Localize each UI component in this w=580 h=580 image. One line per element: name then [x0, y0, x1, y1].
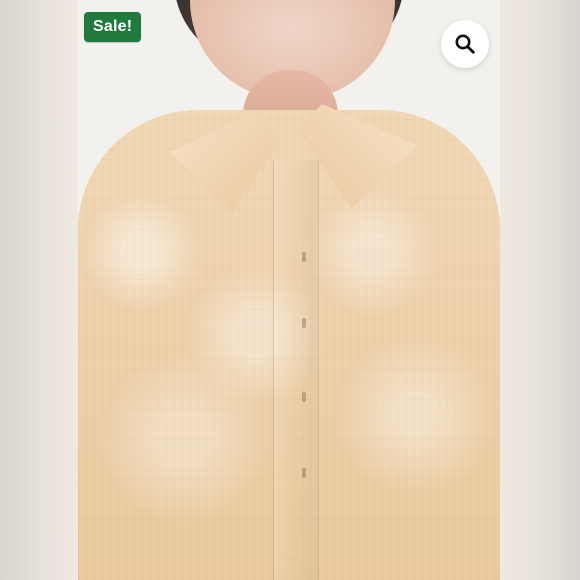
search-icon-svg	[455, 34, 475, 54]
search-icon	[453, 32, 477, 56]
shirt-buttonhole	[302, 318, 306, 328]
shirt-placket	[273, 160, 319, 580]
sale-badge: Sale!	[84, 12, 142, 42]
left-blur-panel	[0, 0, 78, 580]
shirt-buttonhole	[302, 392, 306, 402]
sale-badge-label: Sale!	[93, 18, 133, 35]
product-photo	[78, 0, 500, 580]
product-image-viewer: Sale!	[0, 0, 580, 580]
zoom-button[interactable]	[441, 20, 489, 68]
shirt-buttonhole	[302, 252, 306, 262]
right-blur-panel	[500, 0, 580, 580]
shirt-buttonhole	[302, 468, 306, 478]
